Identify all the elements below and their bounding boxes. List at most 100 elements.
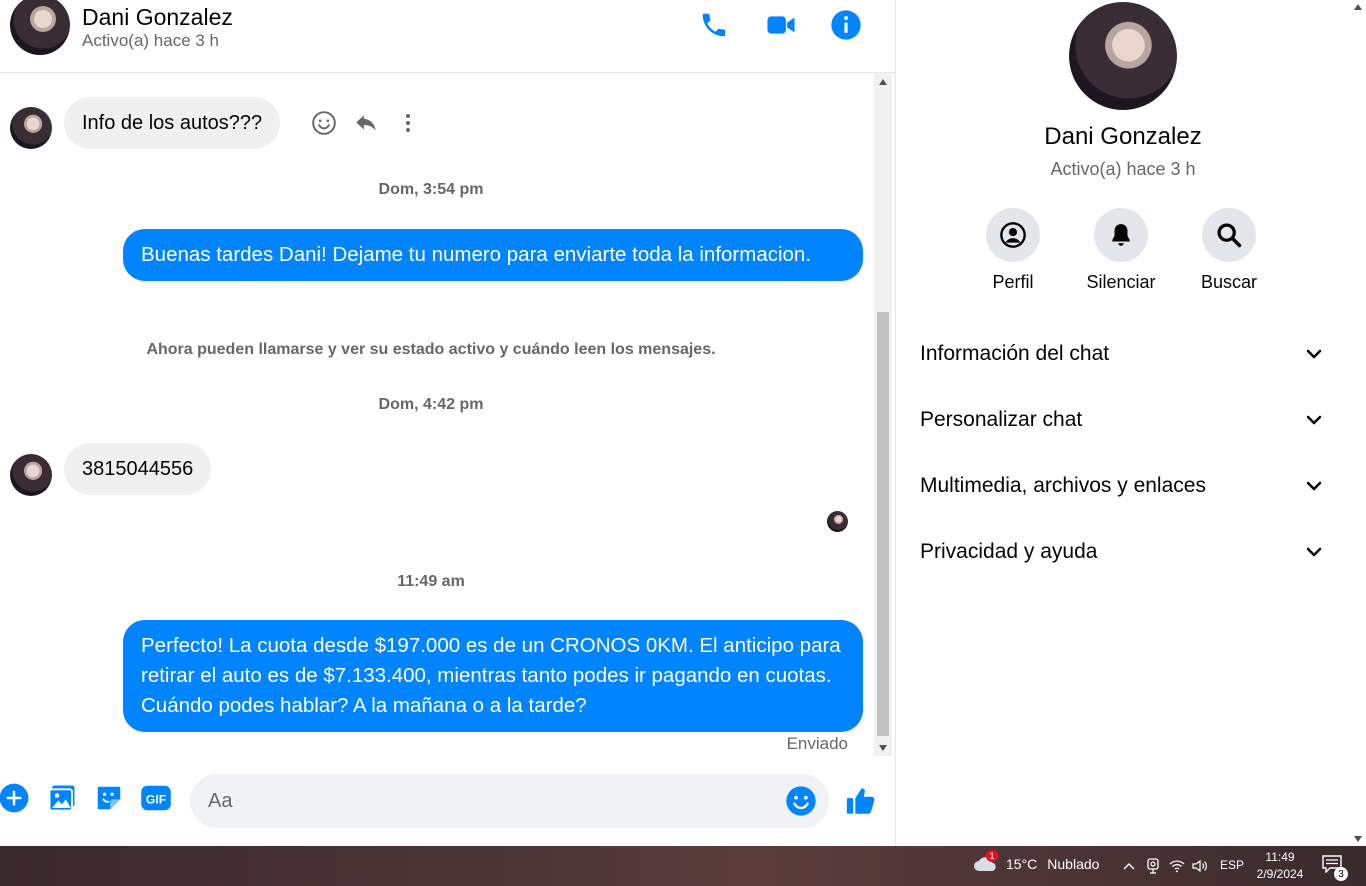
- windows-taskbar: 1 15°C Nublado ESP 11:49 2/9/2024 3: [0, 846, 1366, 886]
- sent-status: Enviado: [786, 734, 848, 753]
- chevron-up-icon: [1123, 863, 1135, 870]
- section-chat-info[interactable]: Información del chat: [908, 326, 1336, 382]
- search-icon: [1217, 223, 1242, 248]
- video-call-button[interactable]: [764, 8, 798, 42]
- message-text: Info de los autos???: [82, 111, 263, 134]
- search-label: Buscar: [1200, 272, 1258, 292]
- profile-label: Perfil: [992, 272, 1034, 292]
- more-actions-button[interactable]: [0, 782, 30, 814]
- gif-button[interactable]: GIF: [140, 782, 172, 814]
- timestamp: Dom, 3:54 pm: [378, 181, 484, 198]
- plus-icon: [0, 783, 29, 813]
- system-notice: Ahora pueden llamarse y ver su estado ac…: [146, 341, 716, 358]
- conversation-info-panel: Dani Gonzalez Activo(a) hace 3 h Perfil …: [895, 0, 1366, 846]
- video-camera-icon: [767, 16, 795, 34]
- volume-button[interactable]: [1191, 857, 1209, 875]
- smiley-icon: [312, 111, 336, 135]
- message-text: Perfecto! La cuota desde $197.000 es de …: [141, 634, 841, 717]
- message-text: 3815044556: [82, 457, 194, 480]
- clock[interactable]: 11:49 2/9/2024: [1252, 849, 1308, 883]
- section-label: Privacidad y ayuda: [920, 540, 1098, 563]
- temperature: 15°C: [1006, 856, 1038, 872]
- panel-scrollbar[interactable]: [1352, 0, 1364, 846]
- message-scrollbar[interactable]: [874, 74, 892, 756]
- section-media-files-links[interactable]: Multimedia, archivos y enlaces: [908, 458, 1336, 514]
- mute-label: Silenciar: [1086, 272, 1156, 292]
- show-hidden-icons-button[interactable]: [1120, 857, 1138, 875]
- cloud-icon: 1: [972, 850, 1000, 874]
- chevron-down-icon: [1306, 547, 1322, 557]
- bell-icon: [1112, 224, 1130, 246]
- reply-button[interactable]: [350, 107, 382, 139]
- reply-icon: [356, 115, 376, 131]
- outgoing-message[interactable]: Buenas tardes Dani! Dejame tu numero par…: [123, 229, 863, 281]
- scroll-up-arrow[interactable]: [1354, 4, 1362, 10]
- section-label: Personalizar chat: [920, 408, 1083, 431]
- message-input[interactable]: [190, 774, 829, 828]
- clock-time: 11:49: [1265, 850, 1295, 864]
- info-icon: [831, 10, 861, 40]
- scroll-thumb[interactable]: [877, 312, 889, 736]
- gif-label: GIF: [146, 793, 167, 807]
- timestamp: Dom, 4:42 pm: [378, 396, 484, 413]
- profile-circle: [986, 208, 1040, 262]
- sender-avatar[interactable]: [10, 107, 52, 149]
- contact-avatar[interactable]: [10, 0, 70, 55]
- panel-contact-avatar[interactable]: [1069, 2, 1177, 110]
- react-button[interactable]: [308, 107, 340, 139]
- emoji-button[interactable]: [784, 784, 818, 818]
- sticker-button[interactable]: [93, 782, 125, 814]
- mute-circle: [1094, 208, 1148, 262]
- search-circle: [1202, 208, 1256, 262]
- more-options-button[interactable]: [392, 107, 424, 139]
- wifi-icon: [1169, 860, 1185, 873]
- send-like-button[interactable]: [842, 782, 880, 820]
- clock-date: 2/9/2024: [1256, 867, 1304, 881]
- attach-image-button[interactable]: [46, 782, 78, 814]
- emoji-icon: [786, 786, 816, 816]
- profile-button[interactable]: Perfil: [963, 208, 1063, 293]
- incoming-message[interactable]: Info de los autos???: [64, 97, 281, 149]
- phone-icon: [702, 13, 726, 37]
- image-icon: [48, 785, 75, 812]
- notifications-button[interactable]: 3: [1322, 855, 1348, 881]
- gif-icon: GIF: [141, 785, 171, 811]
- message-text: Buenas tardes Dani! Dejame tu numero par…: [141, 243, 812, 266]
- thumbs-up-icon: [846, 788, 875, 814]
- incoming-message[interactable]: 3815044556: [64, 443, 212, 495]
- voice-call-button[interactable]: [697, 8, 731, 42]
- section-customize-chat[interactable]: Personalizar chat: [908, 392, 1336, 448]
- section-privacy-support[interactable]: Privacidad y ayuda: [908, 524, 1336, 580]
- scroll-down-arrow[interactable]: [1354, 836, 1362, 842]
- meet-now-button[interactable]: [1144, 857, 1162, 875]
- contact-name[interactable]: Dani Gonzalez: [82, 4, 233, 31]
- scroll-down-arrow[interactable]: [874, 740, 892, 756]
- read-receipt-avatar: [827, 511, 848, 532]
- panel-contact-status: Activo(a) hace 3 h: [1050, 159, 1196, 179]
- chevron-down-icon: [1306, 481, 1322, 491]
- message-list: Info de los autos??? Dom, 3:54 pm Buenas…: [0, 74, 874, 756]
- search-button[interactable]: Buscar: [1179, 208, 1279, 293]
- timestamp: 11:49 am: [397, 573, 465, 590]
- chat-header: Dani Gonzalez Activo(a) hace 3 h: [0, 0, 895, 73]
- more-vertical-icon: [406, 114, 410, 132]
- section-label: Multimedia, archivos y enlaces: [920, 474, 1206, 497]
- sticker-icon: [97, 786, 121, 810]
- message-composer: GIF: [0, 760, 895, 844]
- chevron-down-icon: [1306, 349, 1322, 359]
- chat-window: Dani Gonzalez Activo(a) hace 3 h Info de…: [0, 0, 895, 846]
- scroll-up-arrow[interactable]: [874, 74, 892, 90]
- speaker-icon: [1192, 859, 1207, 873]
- mute-button[interactable]: Silenciar: [1071, 208, 1171, 293]
- weather-badge: 1: [986, 850, 998, 862]
- input-language[interactable]: ESP: [1220, 858, 1244, 872]
- network-button[interactable]: [1168, 857, 1186, 875]
- contact-status: Activo(a) hace 3 h: [82, 31, 220, 50]
- weather-widget[interactable]: 1 15°C Nublado: [972, 850, 1100, 874]
- outgoing-message[interactable]: Perfecto! La cuota desde $197.000 es de …: [123, 620, 863, 732]
- chevron-down-icon: [1306, 415, 1322, 425]
- weather-condition: Nublado: [1047, 856, 1100, 872]
- conversation-info-button[interactable]: [829, 8, 863, 42]
- webcam-icon: [1147, 858, 1159, 874]
- sender-avatar[interactable]: [10, 454, 52, 496]
